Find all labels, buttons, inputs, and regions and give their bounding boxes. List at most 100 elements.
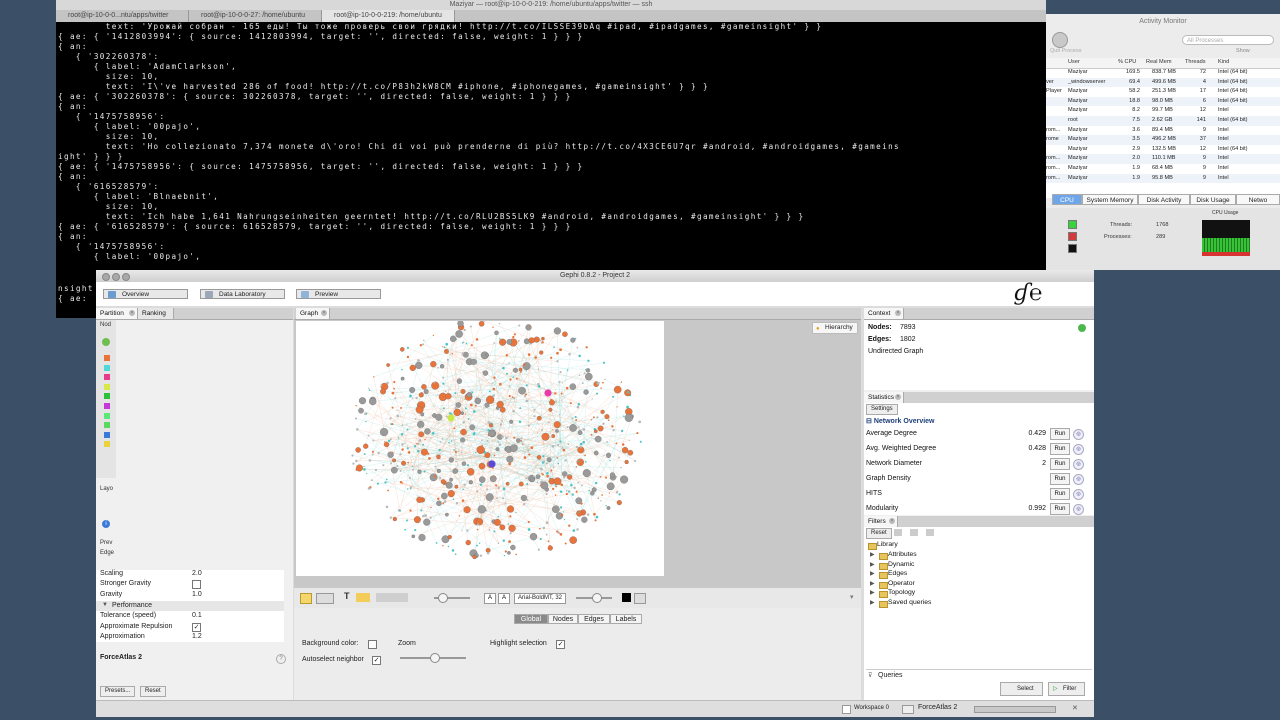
preview-button[interactable]: Preview — [296, 289, 381, 299]
edge-mode-icon[interactable] — [316, 593, 334, 604]
performance-section[interactable]: ▼ Performance — [96, 601, 284, 611]
process-row[interactable]: Maziyar 169.5 838.7 MB 72 Intel (64 bit) — [1046, 68, 1280, 78]
layout-reset-button[interactable]: Reset — [140, 686, 166, 697]
prop-scaling-value[interactable]: 2.0 — [192, 570, 202, 577]
prop-approximation-value[interactable]: 1.2 — [192, 633, 202, 640]
filter-category[interactable]: ▶ Attributes — [870, 551, 917, 560]
label-color-icon[interactable] — [356, 593, 370, 602]
filter-tool-icon[interactable] — [910, 529, 918, 536]
stop-layout-icon[interactable]: ✕ — [1072, 704, 1078, 712]
partition-color-swatch[interactable] — [104, 441, 110, 448]
approximate-repulsion-checkbox[interactable]: ✓ — [192, 623, 201, 632]
tab-disk-usage[interactable]: Disk Usage — [1190, 194, 1236, 205]
partition-color-swatch[interactable] — [104, 374, 110, 381]
filter-button[interactable]: ▷ Filter — [1048, 682, 1086, 696]
minimize-window-icon[interactable] — [112, 273, 120, 281]
partition-color-swatch[interactable] — [104, 431, 110, 438]
zoom-window-icon[interactable] — [122, 273, 130, 281]
tab-network[interactable]: Netwo — [1236, 194, 1280, 205]
tab-filters[interactable]: Filters × — [864, 516, 898, 527]
tab-nodes[interactable]: Nodes — [548, 614, 578, 624]
process-row[interactable]: rom... Maziyar 2.0 110.1 MB 9 Intel — [1046, 154, 1280, 164]
presets-button[interactable]: Presets... — [100, 686, 136, 697]
statistic-report-icon[interactable]: ◎ — [1073, 489, 1084, 500]
col-cpu[interactable]: % CPU — [1118, 58, 1136, 68]
filter-category[interactable]: ▶ Operator — [870, 580, 915, 589]
tab-context[interactable]: Context × — [864, 308, 904, 319]
font-select[interactable]: Arial-BoldMT, 32 — [514, 593, 567, 604]
tab-partition[interactable]: Partition × — [96, 308, 138, 319]
terminal-tab-ubuntu-27[interactable]: root@ip-10-0-0-27: /home/ubuntu — [189, 10, 322, 22]
filter-category[interactable]: ▶ Edges — [870, 570, 907, 580]
font-size-slider-thumb[interactable] — [592, 593, 602, 603]
process-row[interactable]: Maziyar 18.8 98.0 MB 6 Intel (64 bit) — [1046, 96, 1280, 107]
zoom-slider-thumb[interactable] — [430, 653, 440, 663]
process-row[interactable]: rome Maziyar 3.5 496.2 MB 37 Intel — [1046, 135, 1280, 145]
activity-monitor-window[interactable]: Activity Monitor Quit Process All Proces… — [1046, 14, 1280, 270]
expand-arrow-icon[interactable]: ▾ — [850, 593, 854, 601]
run-statistic-button[interactable]: Run — [1050, 473, 1070, 485]
filter-tool-icon[interactable] — [894, 529, 902, 536]
tab-cpu[interactable]: CPU — [1052, 194, 1082, 205]
label-size-slider-thumb[interactable] — [438, 593, 448, 603]
tab-graph[interactable]: Graph × — [296, 308, 330, 319]
quit-process-icon[interactable] — [1052, 32, 1068, 48]
process-filter-select[interactable]: All Processes — [1182, 35, 1274, 45]
close-tab-icon[interactable]: × — [129, 310, 135, 316]
layout-tab-stub[interactable]: Layo — [100, 486, 113, 492]
tab-disk-activity[interactable]: Disk Activity — [1138, 194, 1190, 205]
network-overview-section[interactable]: ⊟ Network Overview — [866, 417, 935, 425]
terminal-tab-twitter[interactable]: root@ip-10-0-0...ntu/apps/twitter — [56, 10, 189, 22]
process-row[interactable]: rom... Maziyar 3.6 89.4 MB 9 Intel — [1046, 126, 1280, 136]
label-color-swatch[interactable] — [622, 593, 631, 602]
terminal-tab-ubuntu-219[interactable]: root@ip-10-0-0-219: /home/ubuntu — [322, 10, 455, 22]
filter-tool-icon[interactable] — [926, 529, 934, 536]
run-statistic-button[interactable]: Run — [1050, 458, 1070, 470]
process-row[interactable]: root 7.5 2.62 GB 141 Intel (64 bit) — [1046, 116, 1280, 126]
process-row[interactable]: ver _windowserver 69.4 499.6 MB 4 Intel (64 b… — [1046, 77, 1280, 88]
gephi-window[interactable]: Gephi 0.8.2 - Project 2 Overview Data La… — [96, 270, 1094, 717]
stronger-gravity-checkbox[interactable] — [192, 580, 201, 589]
workspace-label[interactable]: Workspace 0 — [854, 705, 889, 711]
nodes-tab-stub[interactable]: Nod — [100, 322, 111, 328]
tab-system-memory[interactable]: System Memory — [1082, 194, 1138, 205]
statistic-report-icon[interactable]: ◎ — [1073, 459, 1084, 470]
process-row[interactable]: rom... Maziyar 1.9 95.8 MB 9 Intel — [1046, 173, 1280, 184]
prop-gravity-value[interactable]: 1.0 — [192, 591, 202, 598]
help-icon[interactable]: ? — [276, 654, 286, 664]
partition-color-swatch[interactable] — [104, 355, 110, 361]
tab-statistics[interactable]: Statistics × — [864, 392, 904, 403]
tab-global[interactable]: Global — [514, 614, 548, 624]
font-bigger-icon[interactable]: A — [484, 593, 496, 604]
select-button[interactable]: Select — [1000, 682, 1043, 696]
prop-tolerance-value[interactable]: 0.1 — [192, 612, 202, 619]
statistic-report-icon[interactable]: ◎ — [1073, 444, 1084, 455]
close-tab-icon[interactable]: × — [895, 310, 901, 316]
lightbulb-toggle-icon[interactable] — [300, 593, 312, 604]
filter-category[interactable]: ▶ Saved queries — [870, 599, 931, 608]
text-icon[interactable]: T — [344, 591, 350, 601]
label-size-icon[interactable] — [376, 593, 408, 602]
filter-category[interactable]: ▶ Dynamic — [870, 561, 914, 570]
close-window-icon[interactable] — [102, 273, 110, 281]
tab-edges[interactable]: Edges — [578, 614, 610, 624]
font-smaller-icon[interactable]: A — [498, 593, 510, 604]
statistics-settings-button[interactable]: Settings — [866, 404, 898, 415]
overview-button[interactable]: Overview — [103, 289, 188, 299]
partition-color-swatch[interactable] — [104, 422, 110, 429]
process-row[interactable]: rom... Maziyar 1.9 68.4 MB 9 Intel — [1046, 164, 1280, 174]
run-statistic-button[interactable]: Run — [1050, 443, 1070, 455]
col-user[interactable]: User — [1068, 58, 1080, 68]
workspace-icon[interactable] — [842, 705, 851, 714]
refresh-icon[interactable] — [102, 338, 110, 346]
run-statistic-button[interactable]: Run — [1050, 428, 1070, 440]
tab-labels[interactable]: Labels — [610, 614, 642, 624]
close-tab-icon[interactable]: × — [895, 394, 901, 400]
col-mem[interactable]: Real Mem — [1146, 58, 1172, 68]
network-graph[interactable] — [296, 321, 664, 576]
process-row[interactable]: Maziyar 8.2 99.7 MB 12 Intel — [1046, 106, 1280, 116]
highlight-selection-checkbox[interactable]: ✓ — [556, 640, 565, 649]
statistic-report-icon[interactable]: ◎ — [1073, 429, 1084, 440]
statistic-report-icon[interactable]: ◎ — [1073, 474, 1084, 485]
hierarchy-button[interactable]: ● Hierarchy — [812, 322, 858, 334]
